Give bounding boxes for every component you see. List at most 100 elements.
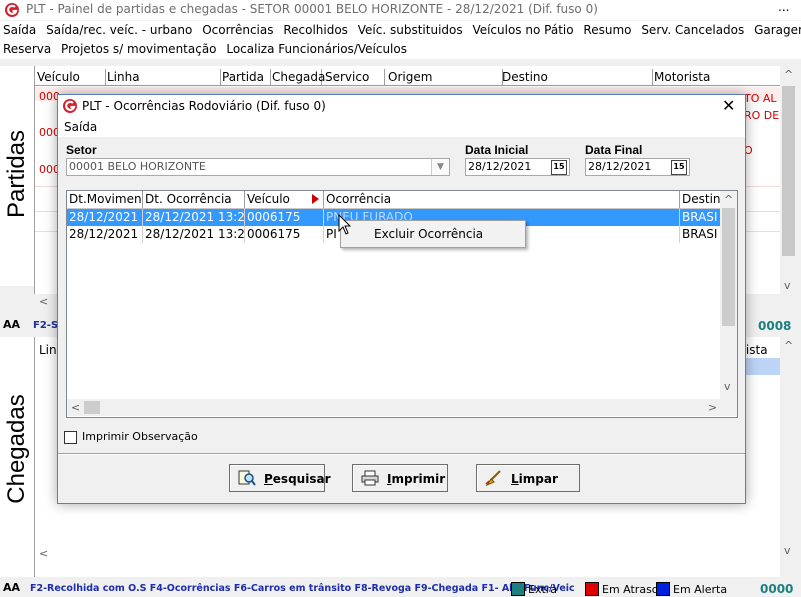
col-motorista[interactable]: Motorista (652, 69, 783, 85)
menu-saida[interactable]: Saída (0, 21, 39, 40)
font-size-icon[interactable]: AA (3, 581, 20, 594)
cell-dt-ocorrencia: 28/12/2021 13:2... (145, 209, 245, 226)
window-title: PLT - Painel de partidas e chegadas - SE… (26, 2, 598, 16)
menu-resumo[interactable]: Resumo (580, 21, 634, 40)
col-linha[interactable]: Linha (105, 69, 221, 85)
scroll-up-icon[interactable]: ^ (784, 68, 793, 81)
menu-localiza[interactable]: Localiza Funcionários/Veículos (223, 40, 410, 59)
partidas-side-panel: Partidas (0, 66, 34, 286)
dialog-title: PLT - Ocorrências Rodoviário (Dif. fuso … (82, 99, 326, 113)
font-size-icon[interactable]: AA (3, 318, 20, 331)
calendar-icon[interactable]: 15 (551, 160, 567, 175)
eraser-broom-icon (485, 470, 501, 486)
cell-dt-movimento: 28/12/2021 (67, 226, 143, 243)
main-menu-bar-2: Reserva Projetos s/ movimentação Localiz… (0, 40, 801, 59)
status-shortcuts: F2-Recolhida com O.S F4-Ocorrências F6-C… (30, 583, 575, 594)
dialog-menu-bar: Saída (58, 117, 745, 137)
main-menu-bar: Saída Saída/rec. veíc. - urbano Ocorrênc… (0, 21, 801, 40)
chegadas-side-panel: Chegadas (0, 337, 34, 577)
legend-atraso-swatch (585, 582, 599, 596)
legend-alerta-swatch (656, 582, 670, 596)
menu-ocorrencias[interactable]: Ocorrências (199, 21, 276, 40)
legend-extra-swatch (511, 582, 525, 596)
col-servico[interactable]: Servico (323, 69, 385, 85)
scroll-thumb[interactable] (722, 208, 735, 326)
data-final-field[interactable]: 28/12/2021 15 (585, 158, 690, 176)
col-dt-movimento[interactable]: Dt.Movimento (67, 191, 143, 208)
menu-veiculos-patio[interactable]: Veículos no Pátio (469, 21, 576, 40)
chevron-down-icon[interactable]: ▼ (431, 159, 449, 175)
limpar-button[interactable]: Limpar (476, 464, 580, 492)
scroll-right-icon[interactable]: > (708, 401, 717, 414)
cell-dt-movimento: 28/12/2021 (67, 209, 143, 226)
scroll-up-icon[interactable]: ^ (724, 193, 733, 206)
col-partida[interactable]: Partida (220, 69, 271, 85)
cell-veiculo: 0006175 (245, 226, 324, 243)
col-destino[interactable]: Destino (500, 69, 653, 85)
col-ocorrencia[interactable]: Ocorrência (324, 191, 680, 208)
search-icon (238, 470, 256, 486)
menu-saida-urbano[interactable]: Saída/rec. veíc. - urbano (43, 21, 195, 40)
imprimir-obs-checkbox[interactable] (64, 431, 77, 444)
title-bar: PLT - Painel de partidas e chegadas - SE… (0, 0, 801, 20)
chegadas-label: Chegadas (3, 394, 30, 504)
scroll-down-icon[interactable]: v (784, 279, 791, 292)
grid-hscroll[interactable]: < > (67, 399, 720, 416)
scroll-down-icon[interactable]: v (724, 380, 731, 393)
scroll-thumb[interactable] (84, 401, 100, 414)
context-menu: Excluir Ocorrência (340, 220, 526, 248)
partidas-vscroll[interactable]: ^ v (780, 66, 797, 294)
menu-serv-cancelados[interactable]: Serv. Cancelados (638, 21, 747, 40)
scroll-down-icon[interactable]: v (784, 544, 791, 557)
data-inicial-field[interactable]: 28/12/2021 15 (465, 158, 570, 176)
chegadas-vscroll[interactable]: ^ v (780, 337, 797, 577)
menu-veic-substituidos[interactable]: Veíc. substituidos (355, 21, 466, 40)
printer-icon (361, 470, 379, 486)
grid-vscroll[interactable]: ^ v (720, 191, 737, 399)
pesquisar-button[interactable]: Pesquisar (229, 464, 330, 492)
legend-atraso-label: Em Atraso (602, 583, 659, 596)
more-menu[interactable]: ... (778, 0, 789, 14)
sort-arrow-icon (312, 194, 319, 204)
menu-reserva[interactable]: Reserva (0, 40, 54, 59)
imprimir-button[interactable]: Imprimir (352, 464, 448, 492)
col-destino[interactable]: Destino (680, 191, 720, 208)
mouse-cursor-icon (338, 214, 352, 235)
chegadas-count: 0000 (760, 582, 794, 596)
chegadas-status-bar: AA F2-Recolhida com O.S F4-Ocorrências F… (0, 581, 801, 597)
cell-dt-ocorrencia: 28/12/2021 13:2... (145, 226, 245, 243)
scroll-thumb[interactable] (782, 86, 795, 256)
app-logo-icon (63, 99, 77, 113)
scroll-up-icon[interactable]: ^ (784, 339, 793, 352)
scroll-left-icon[interactable]: < (39, 547, 48, 560)
ocorrencias-dialog: PLT - Ocorrências Rodoviário (Dif. fuso … (57, 94, 746, 504)
col-veiculo[interactable]: Veículo (35, 69, 106, 85)
close-icon[interactable]: ✕ (722, 96, 735, 115)
setor-combo[interactable]: 00001 BELO HORIZONTE ▼ (66, 158, 450, 176)
scroll-left-icon[interactable]: < (71, 401, 80, 414)
col-dt-ocorrencia[interactable]: Dt. Ocorrência (143, 191, 245, 208)
menu-item-excluir-ocorrencia[interactable]: Excluir Ocorrência (374, 227, 483, 241)
legend-alerta-label: Em Alerta (673, 583, 728, 596)
row-fragment: TO AL (744, 92, 777, 105)
data-inicial-label: Data Inicial (465, 143, 529, 157)
table-row[interactable] (741, 358, 781, 375)
grid-header: Dt.Movimento Dt. Ocorrência Veículo Ocor… (67, 191, 737, 209)
menu-projetos[interactable]: Projetos s/ movimentação (58, 40, 219, 59)
menu-saida[interactable]: Saída (64, 120, 97, 134)
calendar-icon[interactable]: 15 (671, 160, 687, 175)
cell-veiculo: 0006175 (245, 209, 324, 226)
dialog-title-bar: PLT - Ocorrências Rodoviário (Dif. fuso … (58, 95, 745, 117)
scroll-left-icon[interactable]: < (39, 295, 48, 308)
cell-destino: BRASI (682, 210, 718, 224)
menu-recolhidos[interactable]: Recolhidos (280, 21, 351, 40)
cell-destino: BRASI (682, 227, 718, 241)
app-logo-icon (5, 3, 19, 17)
col-chegada[interactable]: Chegada (270, 69, 325, 85)
legend-extra-label: Extra (528, 583, 558, 596)
col-origem[interactable]: Origem (386, 69, 503, 85)
menu-garagem[interactable]: Garagem (751, 21, 801, 40)
partidas-grid-header: Veículo Linha Partida Chegada Servico Or… (35, 68, 781, 86)
partidas-count: 0008 (758, 319, 792, 333)
data-final-label: Data Final (585, 143, 643, 157)
